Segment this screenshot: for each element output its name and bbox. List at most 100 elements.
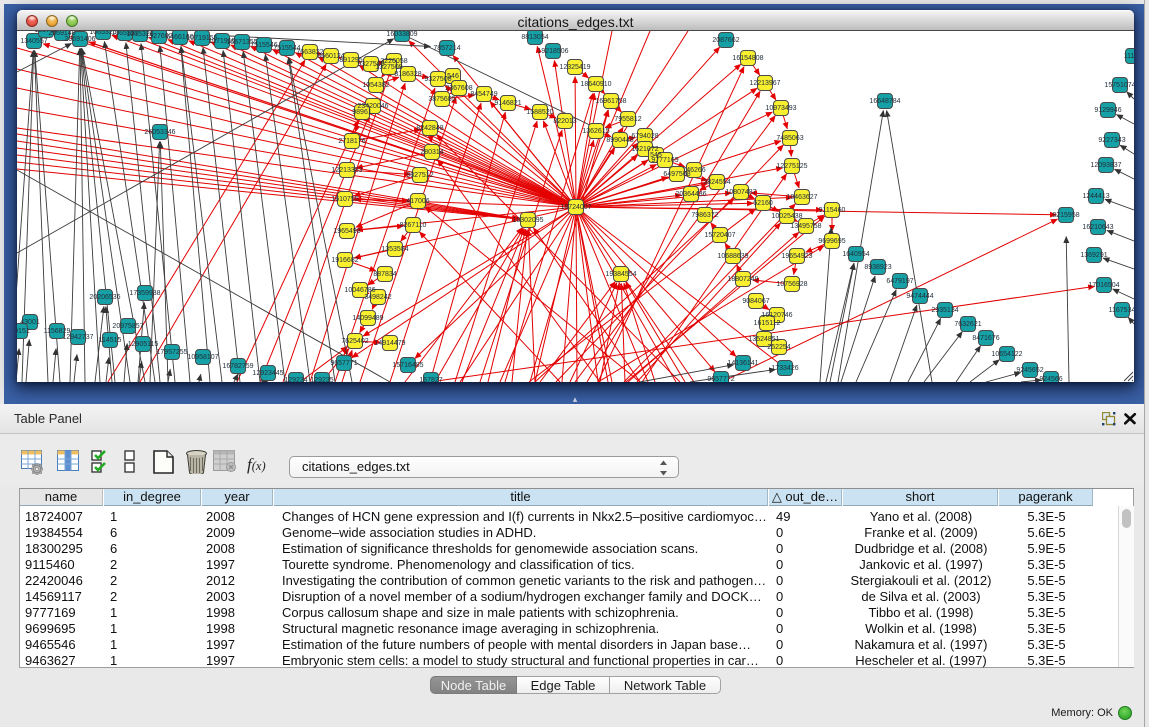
svg-text:8990448: 8990448: [606, 137, 633, 144]
svg-text:114515: 114515: [99, 337, 122, 344]
svg-text:18302095: 18302095: [512, 217, 543, 224]
svg-text:12923445: 12923445: [252, 370, 283, 377]
svg-text:167827: 167827: [419, 377, 442, 382]
svg-text:1244413: 1244413: [1082, 193, 1109, 200]
svg-text:8215958: 8215958: [1052, 212, 1079, 219]
svg-text:10046786: 10046786: [344, 287, 375, 294]
svg-text:2718176: 2718176: [338, 138, 365, 145]
svg-text:10958107: 10958107: [187, 354, 218, 361]
svg-text:18463627: 18463627: [786, 194, 817, 201]
svg-text:20975857: 20975857: [112, 323, 143, 330]
svg-text:10025438: 10025438: [771, 213, 802, 220]
svg-text:98961: 98961: [352, 109, 372, 116]
svg-text:8267110: 8267110: [400, 222, 427, 229]
svg-text:16648784: 16648784: [869, 98, 900, 105]
svg-text:8471676: 8471676: [972, 335, 999, 342]
svg-text:1054382: 1054382: [362, 82, 389, 89]
svg-text:12275125: 12275125: [776, 163, 807, 170]
svg-text:7857214: 7857214: [433, 45, 460, 52]
svg-text:20691406: 20691406: [64, 36, 95, 43]
svg-text:12213967: 12213967: [749, 80, 780, 87]
svg-text:2935134: 2935134: [931, 307, 958, 314]
svg-text:7955812: 7955812: [614, 116, 641, 123]
svg-text:1327509: 1327509: [375, 64, 402, 71]
svg-text:3824554: 3824554: [703, 179, 730, 186]
svg-text:9827512: 9827512: [406, 172, 433, 179]
svg-text:16210643: 16210643: [1082, 224, 1113, 231]
svg-text:1615112: 1615112: [754, 320, 781, 327]
svg-text:1640954: 1640954: [842, 251, 869, 258]
svg-text:1369291: 1369291: [1080, 252, 1107, 259]
svg-text:546: 546: [447, 73, 459, 80]
svg-text:10807487: 10807487: [725, 189, 756, 196]
svg-text:19384554: 19384554: [605, 271, 636, 278]
svg-text:9657772: 9657772: [707, 376, 734, 382]
svg-text:12325419: 12325419: [559, 64, 590, 71]
svg-text:26053346: 26053346: [144, 129, 175, 136]
svg-text:10654122: 10654122: [991, 351, 1022, 358]
svg-text:10688639: 10688639: [717, 253, 748, 260]
svg-text:15716485: 15716485: [392, 362, 423, 369]
svg-text:10756928: 10756928: [776, 281, 807, 288]
svg-text:43001: 43001: [20, 319, 40, 326]
svg-text:1733426: 1733426: [771, 365, 798, 372]
svg-text:1965498: 1965498: [333, 228, 360, 235]
svg-text:20364436: 20364436: [675, 191, 706, 198]
svg-text:8242848: 8242848: [416, 125, 443, 132]
svg-text:129235: 129235: [310, 377, 333, 382]
svg-text:13524851: 13524851: [748, 336, 779, 343]
svg-text:9227343: 9227343: [1098, 137, 1125, 144]
svg-text:17957255: 17957255: [156, 349, 187, 356]
svg-text:9084067: 9084067: [742, 298, 769, 305]
svg-text:18640910: 18640910: [580, 81, 611, 88]
svg-text:7632621: 7632621: [954, 321, 981, 328]
svg-text:15751074: 15751074: [1104, 82, 1134, 89]
svg-text:2367608: 2367608: [445, 85, 472, 92]
svg-text:2087662: 2087662: [712, 37, 739, 44]
svg-text:822013: 822013: [553, 118, 576, 125]
svg-text:20206536: 20206536: [89, 294, 120, 301]
svg-text:8938923: 8938923: [864, 264, 891, 271]
svg-text:12213383: 12213383: [331, 167, 362, 174]
svg-text:924566: 924566: [1039, 376, 1062, 382]
svg-text:16120746: 16120746: [761, 312, 792, 319]
svg-text:7485063: 7485063: [776, 135, 803, 142]
svg-text:16961758: 16961758: [595, 98, 626, 105]
svg-text:18724007: 18724007: [560, 204, 591, 211]
svg-text:9129946: 9129946: [1094, 107, 1121, 114]
svg-text:8454749: 8454749: [470, 91, 497, 98]
svg-text:8186328: 8186328: [394, 71, 421, 78]
svg-text:7625402: 7625402: [341, 338, 368, 345]
svg-text:9699695: 9699695: [818, 238, 845, 245]
svg-text:16782759: 16782759: [222, 363, 253, 370]
svg-text:14136141: 14136141: [727, 360, 758, 367]
svg-text:417006: 417006: [406, 198, 429, 205]
svg-text:12905115: 12905115: [128, 341, 159, 348]
svg-text:19218506: 19218506: [537, 48, 568, 55]
svg-text:17016504: 17016504: [1088, 282, 1119, 289]
svg-text:12093837: 12093837: [1090, 162, 1121, 169]
svg-text:1353584: 1353584: [381, 246, 408, 253]
svg-text:16154808: 16154808: [732, 55, 763, 62]
svg-text:15720407: 15720407: [704, 232, 735, 239]
svg-text:17359938: 17359938: [129, 290, 160, 297]
svg-text:14099489: 14099489: [352, 315, 383, 322]
svg-text:10973493: 10973493: [765, 105, 796, 112]
svg-text:9657771: 9657771: [330, 360, 357, 367]
svg-text:12942737: 12942737: [62, 334, 93, 341]
svg-text:7986372: 7986372: [691, 212, 718, 219]
svg-text:129234: 129234: [284, 377, 307, 382]
svg-text:280314: 280314: [420, 149, 443, 156]
svg-text:9245652: 9245652: [1016, 367, 1043, 374]
svg-text:6497568: 6497568: [663, 171, 690, 178]
svg-text:9146821: 9146821: [494, 100, 521, 107]
svg-text:19654923: 19654923: [781, 253, 812, 260]
svg-text:3875685: 3875685: [428, 96, 455, 103]
svg-text:18807249: 18807249: [727, 276, 758, 283]
svg-text:1362615: 1362615: [582, 128, 609, 135]
svg-text:3498242: 3498242: [364, 294, 391, 301]
svg-text:9777169: 9777169: [651, 157, 678, 164]
svg-text:1610755: 1610755: [331, 196, 358, 203]
svg-text:1588520: 1588520: [526, 109, 553, 116]
svg-text:6479197: 6479197: [886, 278, 913, 285]
